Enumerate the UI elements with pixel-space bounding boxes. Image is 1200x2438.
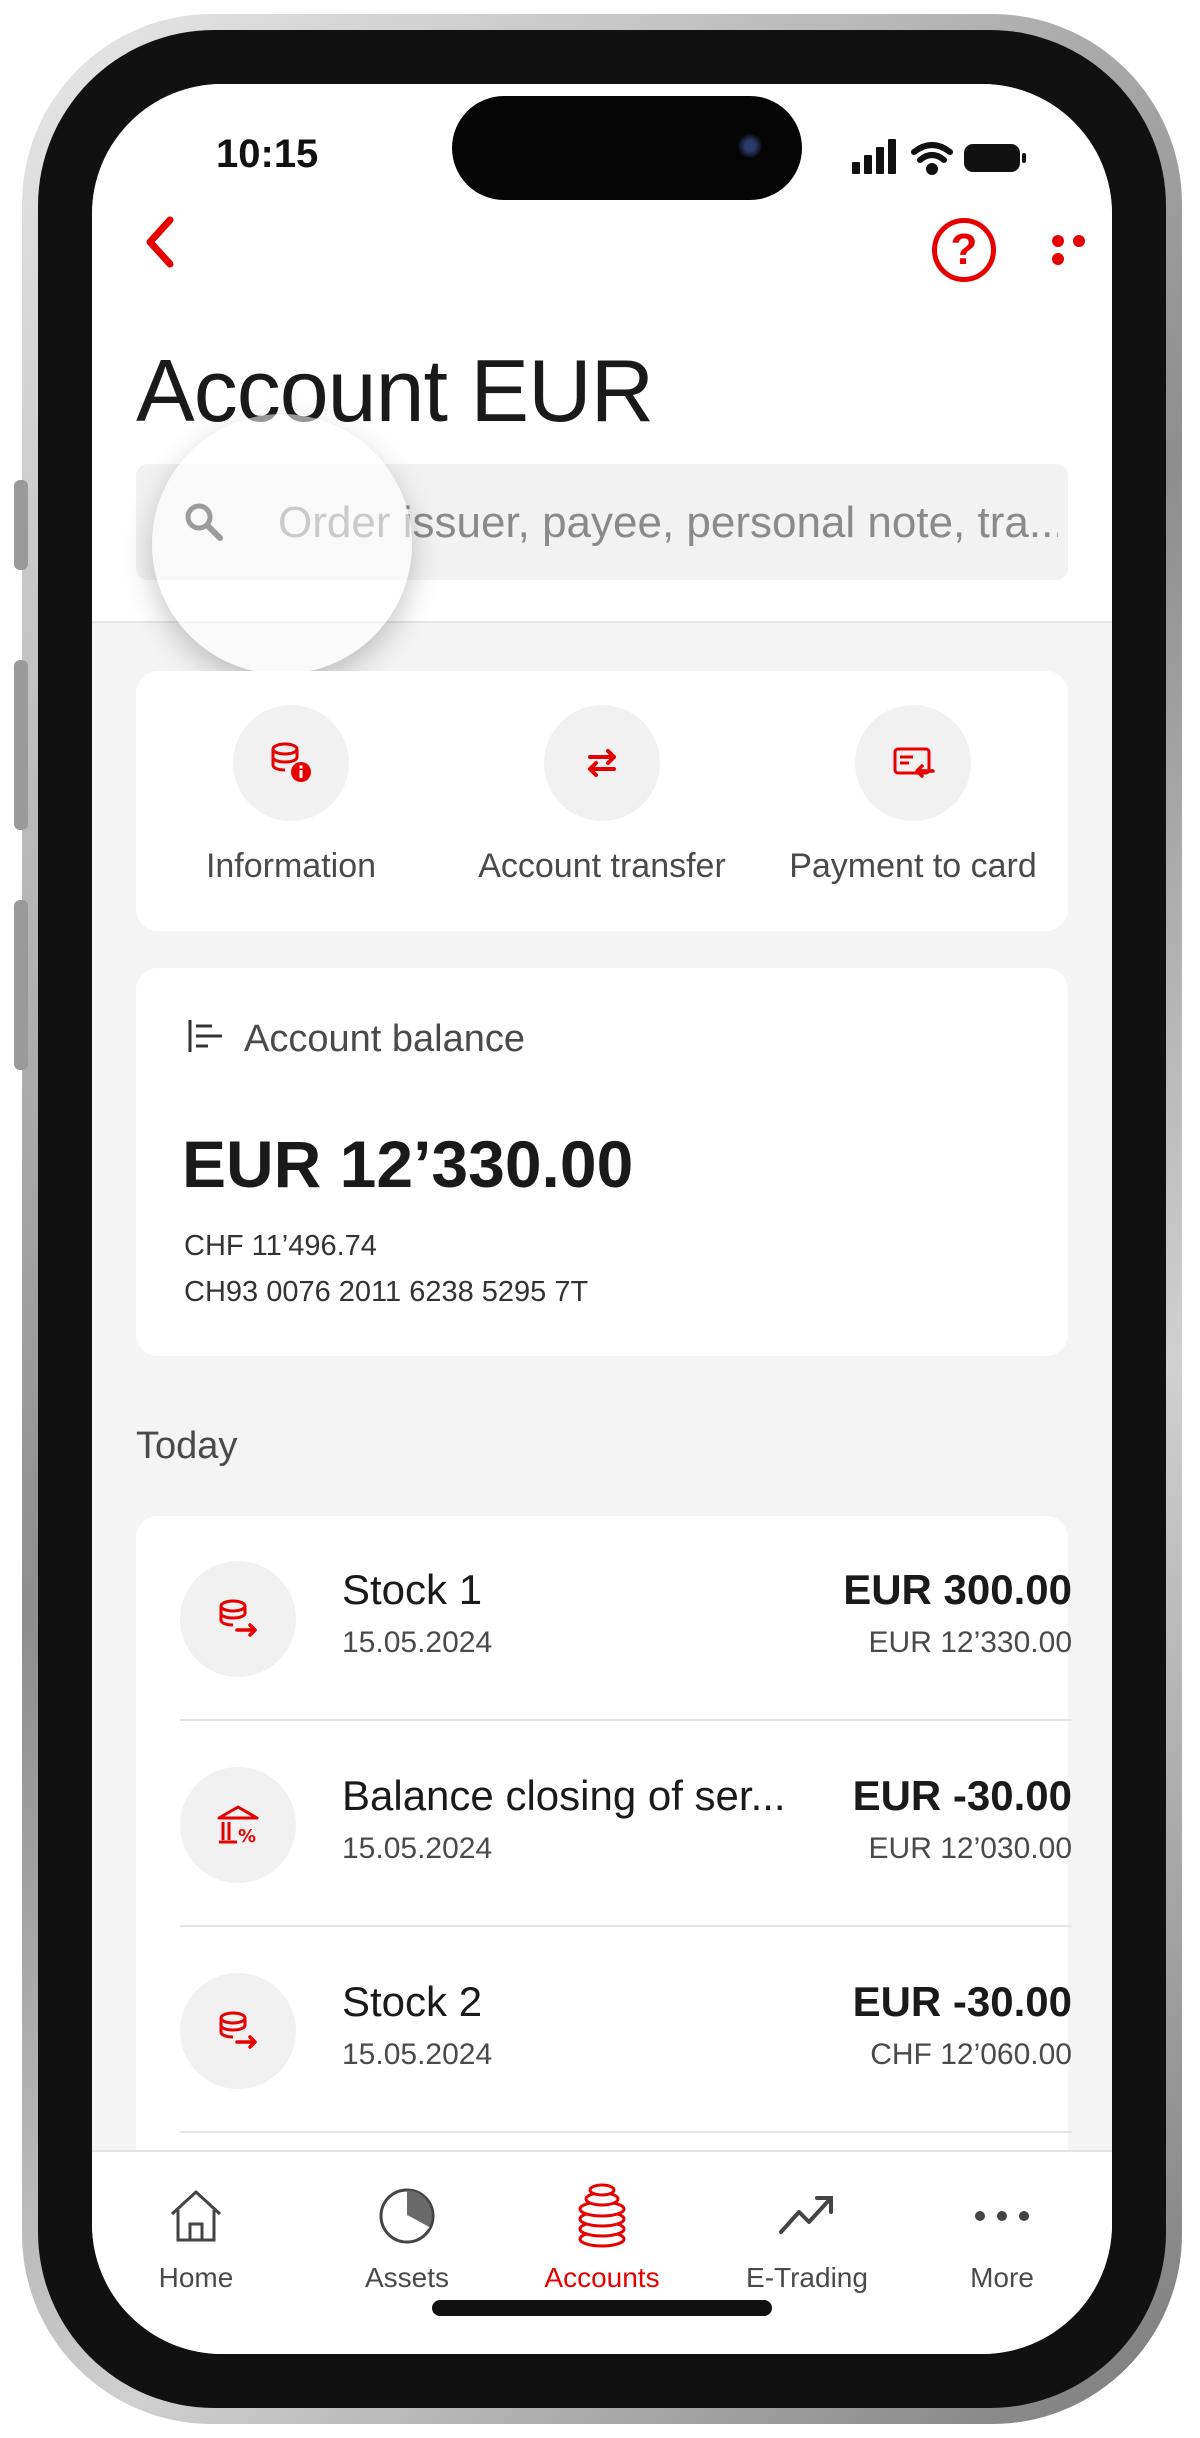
status-icons (852, 136, 1032, 185)
account-transfer-action[interactable]: Account transfer (447, 705, 757, 886)
section-heading-today: Today (136, 1425, 238, 1467)
nav-accounts-label: Accounts (544, 2262, 660, 2293)
back-button[interactable] (140, 212, 180, 287)
nav-accounts[interactable]: Accounts (512, 2178, 692, 2294)
camera-icon (738, 134, 762, 158)
information-action[interactable]: Information (136, 705, 446, 886)
transaction-date: 15.05.2024 (342, 1626, 493, 1659)
row-divider (180, 2131, 1072, 2133)
dynamic-island (452, 96, 802, 200)
volume-down-button (14, 900, 28, 1070)
header-area: 10:15 ? Account EUR Order issuer, payee,… (92, 84, 1112, 674)
payment-to-card-label: Payment to card (789, 847, 1037, 885)
home-indicator[interactable] (432, 2300, 772, 2316)
transaction-row[interactable]: Stock 1 15.05.2024 EUR 300.00 EUR 12’330… (180, 1516, 1072, 1721)
search-input[interactable] (276, 464, 1060, 582)
balance-heading-label: Account balance (244, 1018, 525, 1061)
transaction-balance: EUR 12’330.00 (868, 1626, 1072, 1659)
pie-chart-icon (317, 2178, 497, 2254)
coins-arrow-icon (180, 1561, 296, 1677)
nav-more[interactable]: More (912, 2178, 1092, 2294)
payment-to-card-action[interactable]: Payment to card (758, 705, 1068, 886)
battery-icon (964, 144, 1026, 172)
row-divider (180, 1719, 1072, 1721)
chevron-left-icon (146, 216, 174, 268)
bank-percent-icon: % (180, 1767, 296, 1883)
volume-up-button (14, 660, 28, 830)
balance-chf: CHF 11’496.74 (184, 1230, 377, 1262)
nav-e-trading[interactable]: E-Trading (717, 2178, 897, 2294)
bar-list-icon (186, 1018, 226, 1064)
transaction-name: Balance closing of ser... (342, 1772, 786, 1819)
nav-e-trading-label: E-Trading (746, 2262, 868, 2293)
svg-text:%: % (238, 1826, 256, 1847)
page-title: Account EUR (136, 341, 654, 440)
search-icon (185, 503, 223, 541)
transaction-row[interactable]: Stock 2 15.05.2024 EUR -30.00 CHF 12’060… (180, 1928, 1072, 2133)
transaction-amount: EUR -30.00 (852, 1978, 1072, 2025)
account-transfer-label: Account transfer (478, 847, 726, 885)
account-iban: CH93 0076 2011 6238 5295 7T (184, 1276, 589, 1308)
nav-home[interactable]: Home (106, 2178, 286, 2294)
nav-home-label: Home (158, 2262, 234, 2293)
search-bar[interactable] (136, 464, 1068, 582)
home-icon (106, 2178, 286, 2254)
mute-switch (14, 480, 28, 570)
more-dots-icon (912, 2178, 1092, 2254)
coins-stack-icon (512, 2178, 692, 2254)
bottom-navigation: Home Assets Accounts E-Trading More (92, 2150, 1112, 2354)
transaction-row[interactable]: % Balance closing of ser... 15.05.2024 E… (180, 1722, 1072, 1927)
balance-heading: Account balance (186, 1018, 525, 1064)
account-balance-card[interactable]: Account balance EUR 12’330.00 CHF 11’496… (136, 968, 1068, 1356)
transaction-amount: EUR -30.00 (852, 1772, 1072, 1819)
trend-up-icon (717, 2178, 897, 2254)
transaction-amount: EUR 300.00 (843, 1566, 1072, 1613)
coins-info-icon (233, 705, 349, 821)
nav-more-label: More (970, 2262, 1034, 2293)
transaction-balance: EUR 12’030.00 (868, 1832, 1072, 1865)
coins-arrow-icon (180, 1973, 296, 2089)
question-icon: ? (950, 225, 978, 274)
transaction-name: Stock 1 (342, 1566, 483, 1613)
transaction-name: Stock 2 (342, 1978, 483, 2025)
row-divider (180, 1925, 1072, 1927)
information-label: Information (205, 847, 377, 885)
more-options-button[interactable] (1052, 234, 1112, 270)
nav-assets-label: Assets (364, 2262, 450, 2293)
card-payment-icon (855, 705, 971, 821)
help-button[interactable]: ? (932, 218, 996, 282)
nav-assets[interactable]: Assets (317, 2178, 497, 2294)
wifi-icon (911, 142, 953, 175)
transaction-balance: CHF 12’060.00 (870, 2038, 1072, 2071)
app-screen: 10:15 ? Account EUR Order issuer, payee,… (92, 84, 1112, 2354)
transaction-date: 15.05.2024 (342, 1832, 493, 1865)
status-time: 10:15 (216, 132, 319, 176)
signal-icon (852, 139, 896, 174)
transfer-arrows-icon (544, 705, 660, 821)
transaction-date: 15.05.2024 (342, 2038, 493, 2071)
balance-amount: EUR 12’330.00 (182, 1127, 634, 1201)
quick-actions-card: Information Account transfer Payment to … (136, 671, 1068, 931)
